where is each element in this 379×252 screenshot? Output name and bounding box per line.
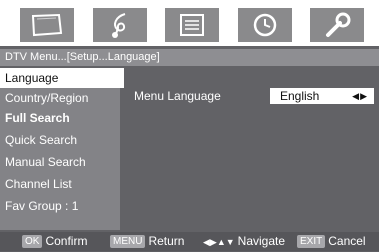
sidebar-item-channel-list[interactable]: Channel List xyxy=(0,174,120,194)
exit-key-icon: EXIT xyxy=(297,235,326,249)
footer-navigate-hint: ◀▶▲▼ Navigate xyxy=(203,232,285,252)
navigate-arrows-icon: ◀▶▲▼ xyxy=(203,237,235,247)
music-note-icon[interactable] xyxy=(93,8,147,42)
menu-icon-bar xyxy=(0,0,379,46)
settings-panel-icon[interactable] xyxy=(165,8,219,42)
sidebar-item-language[interactable]: Language xyxy=(0,68,124,88)
ok-key-icon: OK xyxy=(22,235,43,249)
dtv-menu-screen: DTV Menu...[Setup...Language] Language C… xyxy=(0,0,379,251)
navigate-label: Navigate xyxy=(237,234,286,248)
footer-ok-hint: OK Confirm xyxy=(22,232,87,251)
cancel-label: Cancel xyxy=(328,234,366,248)
wrench-icon[interactable] xyxy=(310,8,364,42)
footer-help-bar: OK Confirm MENU Return ◀▶▲▼ Navigate EXIT Ca… xyxy=(0,232,379,251)
menu-language-selector[interactable]: English ◀▶ xyxy=(270,88,374,104)
menu-language-value: English xyxy=(280,89,320,103)
menu-key-icon: MENU xyxy=(110,235,146,249)
left-right-arrows-icon[interactable]: ◀▶ xyxy=(352,88,368,104)
menu-language-label: Menu Language xyxy=(134,89,221,103)
footer-exit-hint: EXIT Cancel xyxy=(297,232,366,251)
sidebar-item-quick-search[interactable]: Quick Search xyxy=(0,130,120,150)
breadcrumb: DTV Menu...[Setup...Language] xyxy=(0,49,379,66)
return-label: Return xyxy=(148,234,185,248)
tv-screen-icon[interactable] xyxy=(20,8,74,42)
clock-icon[interactable] xyxy=(238,8,292,42)
confirm-label: Confirm xyxy=(45,234,88,248)
sidebar-item-manual-search[interactable]: Manual Search xyxy=(0,152,120,172)
sidebar-item-full-search[interactable]: Full Search xyxy=(0,108,120,128)
sidebar-item-country-region[interactable]: Country/Region xyxy=(0,88,120,108)
footer-menu-hint: MENU Return xyxy=(110,232,184,251)
sidebar-item-fav-group[interactable]: Fav Group : 1 xyxy=(0,196,120,216)
